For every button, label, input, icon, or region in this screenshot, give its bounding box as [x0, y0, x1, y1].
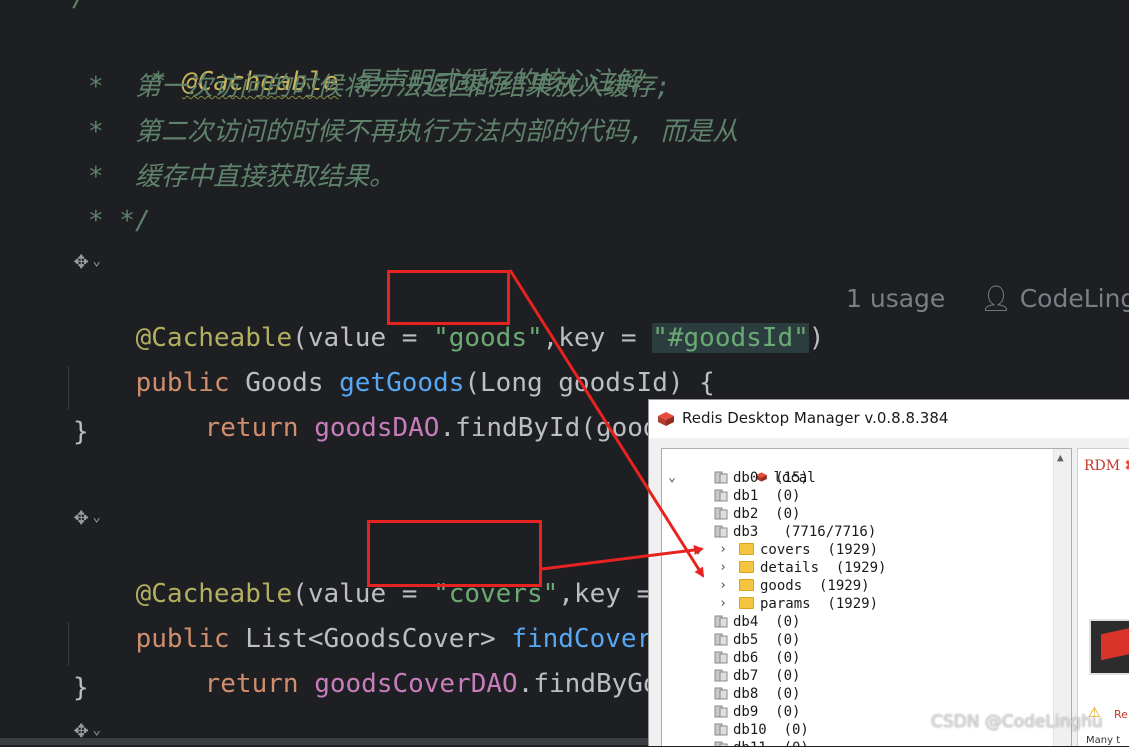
- arrow-goods: [508, 269, 705, 578]
- watermark: CSDN @CodeLinghu: [931, 712, 1103, 732]
- annotation-arrows: [508, 269, 705, 578]
- arrow-covers: [541, 545, 704, 571]
